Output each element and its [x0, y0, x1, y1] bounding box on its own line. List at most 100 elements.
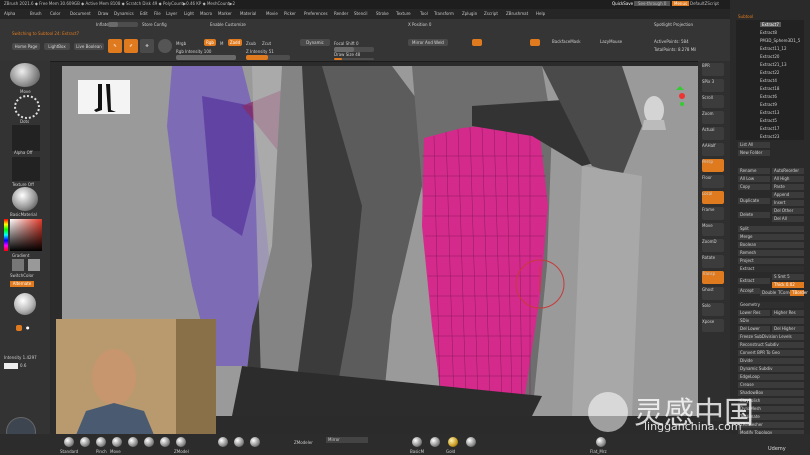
auto-reorder-button[interactable]: AutoReorder: [772, 168, 804, 174]
menu-marker[interactable]: Marker: [218, 11, 232, 16]
ghost-button[interactable]: Ghost: [702, 287, 724, 300]
remesh-button[interactable]: Remesh: [738, 250, 804, 256]
m-button[interactable]: M: [220, 41, 223, 46]
subtool-item[interactable]: Extract8: [760, 30, 777, 35]
axis-z-button[interactable]: [530, 39, 540, 46]
live-boolean-button[interactable]: Live Boolean: [74, 43, 104, 50]
menu-dynamics[interactable]: Dynamics: [114, 11, 134, 16]
light-toggle-icon[interactable]: [16, 325, 22, 331]
menu-material[interactable]: Material: [240, 11, 256, 16]
brush-thumbnail[interactable]: [10, 63, 40, 87]
lower-res-button[interactable]: Lower Res: [738, 310, 770, 316]
draw-mode-button[interactable]: ✐: [124, 39, 138, 53]
double-button[interactable]: Double: [760, 290, 776, 296]
bpr-button[interactable]: BPR: [702, 63, 724, 76]
subtool-item[interactable]: Extract11_12: [760, 46, 787, 51]
split-button[interactable]: Split: [738, 226, 804, 232]
subtool-item[interactable]: Extract18: [760, 86, 779, 91]
draw-size-slider[interactable]: [334, 58, 374, 60]
convert-bpr-button[interactable]: Convert BPR To Geo: [738, 350, 804, 356]
menu-render[interactable]: Render: [334, 11, 348, 16]
brush-move-topological[interactable]: [234, 437, 244, 447]
paste-button[interactable]: Paste: [772, 184, 804, 190]
dynamic-subdiv-button[interactable]: Dynamic Subdiv: [738, 366, 804, 372]
subtool-item[interactable]: Extract20: [760, 54, 779, 59]
enable-customize-button[interactable]: Enable Customize: [210, 22, 246, 27]
material-flat[interactable]: [596, 437, 606, 447]
see-through-slider[interactable]: See-through 0: [634, 1, 671, 6]
menu-tool[interactable]: Tool: [420, 11, 428, 16]
menu-movie[interactable]: Movie: [266, 11, 278, 16]
material-matcap[interactable]: [430, 437, 440, 447]
aahalf-button[interactable]: AAHalf: [702, 143, 724, 156]
bulb-icon[interactable]: ●: [26, 325, 30, 330]
material-toyplastic[interactable]: [466, 437, 476, 447]
xpose-button[interactable]: Xpose: [702, 319, 724, 332]
rename-button[interactable]: Rename: [738, 168, 770, 174]
dynamic-button[interactable]: Dynamic: [300, 39, 330, 46]
z-intensity-slider[interactable]: [246, 55, 290, 60]
menu-document[interactable]: Document: [70, 11, 91, 16]
all-low-button[interactable]: All Low: [738, 176, 770, 182]
mirror-and-weld-button[interactable]: Mirror And Weld: [408, 39, 448, 46]
menu-picker[interactable]: Picker: [284, 11, 296, 16]
move-view-button[interactable]: Move: [702, 223, 724, 236]
material-basic[interactable]: [412, 437, 422, 447]
menu-file[interactable]: File: [154, 11, 161, 16]
all-high-button[interactable]: All High: [772, 176, 804, 182]
del-higher-button[interactable]: Del Higher: [772, 326, 804, 332]
backface-mask-button[interactable]: BackfaceMask: [552, 39, 581, 44]
zoom-d-button[interactable]: ZoomD: [702, 239, 724, 252]
hue-strip[interactable]: [4, 219, 8, 251]
subtool-item[interactable]: Extract5: [760, 118, 777, 123]
menu-stencil[interactable]: Stencil: [354, 11, 368, 16]
extract-button[interactable]: Extract: [738, 278, 770, 284]
subtool-item[interactable]: Extract9: [760, 102, 777, 107]
menu-macro[interactable]: Macro: [200, 11, 212, 16]
mrgb-button[interactable]: Mrgb: [176, 41, 186, 46]
lazymouse-button[interactable]: LazyMouse: [600, 39, 622, 44]
store-config-button[interactable]: Store Config: [142, 22, 167, 27]
sphere-icon[interactable]: [158, 39, 172, 53]
spotlight-projection-button[interactable]: Spotlight Projection: [654, 22, 693, 27]
light-sphere[interactable]: [14, 293, 36, 315]
subtool-item[interactable]: Extract6: [760, 94, 777, 99]
menu-zplugin[interactable]: Zplugin: [462, 11, 477, 16]
geometry-header[interactable]: Geometry: [738, 302, 804, 308]
material-gold[interactable]: [448, 437, 458, 447]
reconstruct-subdiv-button[interactable]: Reconstruct Subdiv: [738, 342, 804, 348]
menu-edit[interactable]: Edit: [140, 11, 148, 16]
subtool-item[interactable]: Extract23: [760, 134, 779, 139]
edit-mode-button[interactable]: ✎: [108, 39, 122, 53]
s-smt-slider[interactable]: S Smt 5: [772, 274, 804, 280]
move-mode-button[interactable]: ✥: [140, 39, 154, 53]
menu-brush[interactable]: Brush: [30, 11, 42, 16]
subtool-item[interactable]: Extract4: [760, 78, 777, 83]
material-thumbnail[interactable]: [12, 187, 38, 211]
menu-zscript[interactable]: Zscript: [484, 11, 498, 16]
del-other-button[interactable]: Del Other: [772, 208, 804, 214]
menu-draw[interactable]: Draw: [98, 11, 108, 16]
secondary-color-swatch[interactable]: [12, 259, 24, 271]
spix-button[interactable]: SPix 3: [702, 79, 724, 92]
solo-button[interactable]: Solo: [702, 303, 724, 316]
tcorner-button[interactable]: TCorner: [776, 290, 794, 296]
zadd-button[interactable]: Zadd: [228, 39, 242, 46]
rgb-button[interactable]: Rgb: [204, 39, 216, 46]
menu-transform[interactable]: Transform: [434, 11, 454, 16]
menu-light[interactable]: Light: [184, 11, 194, 16]
append-button[interactable]: Append: [772, 192, 804, 198]
zcut-button[interactable]: Zcut: [262, 41, 271, 46]
sdiv-slider[interactable]: SDiv: [738, 318, 804, 324]
floor-button[interactable]: Floor: [702, 175, 724, 188]
menu-color[interactable]: Color: [50, 11, 60, 16]
default-script[interactable]: DefaultZScript: [690, 1, 719, 6]
new-folder-button[interactable]: New Folder: [738, 150, 770, 156]
scroll-button[interactable]: Scroll: [702, 95, 724, 108]
subtool-item[interactable]: Extract13: [760, 110, 779, 115]
rgb-intensity-slider[interactable]: [176, 55, 236, 60]
alpha-thumbnail[interactable]: [12, 125, 40, 151]
transp-button[interactable]: Transp: [702, 271, 724, 284]
list-all-button[interactable]: List All: [738, 142, 770, 148]
brush-pinch[interactable]: [96, 437, 106, 447]
